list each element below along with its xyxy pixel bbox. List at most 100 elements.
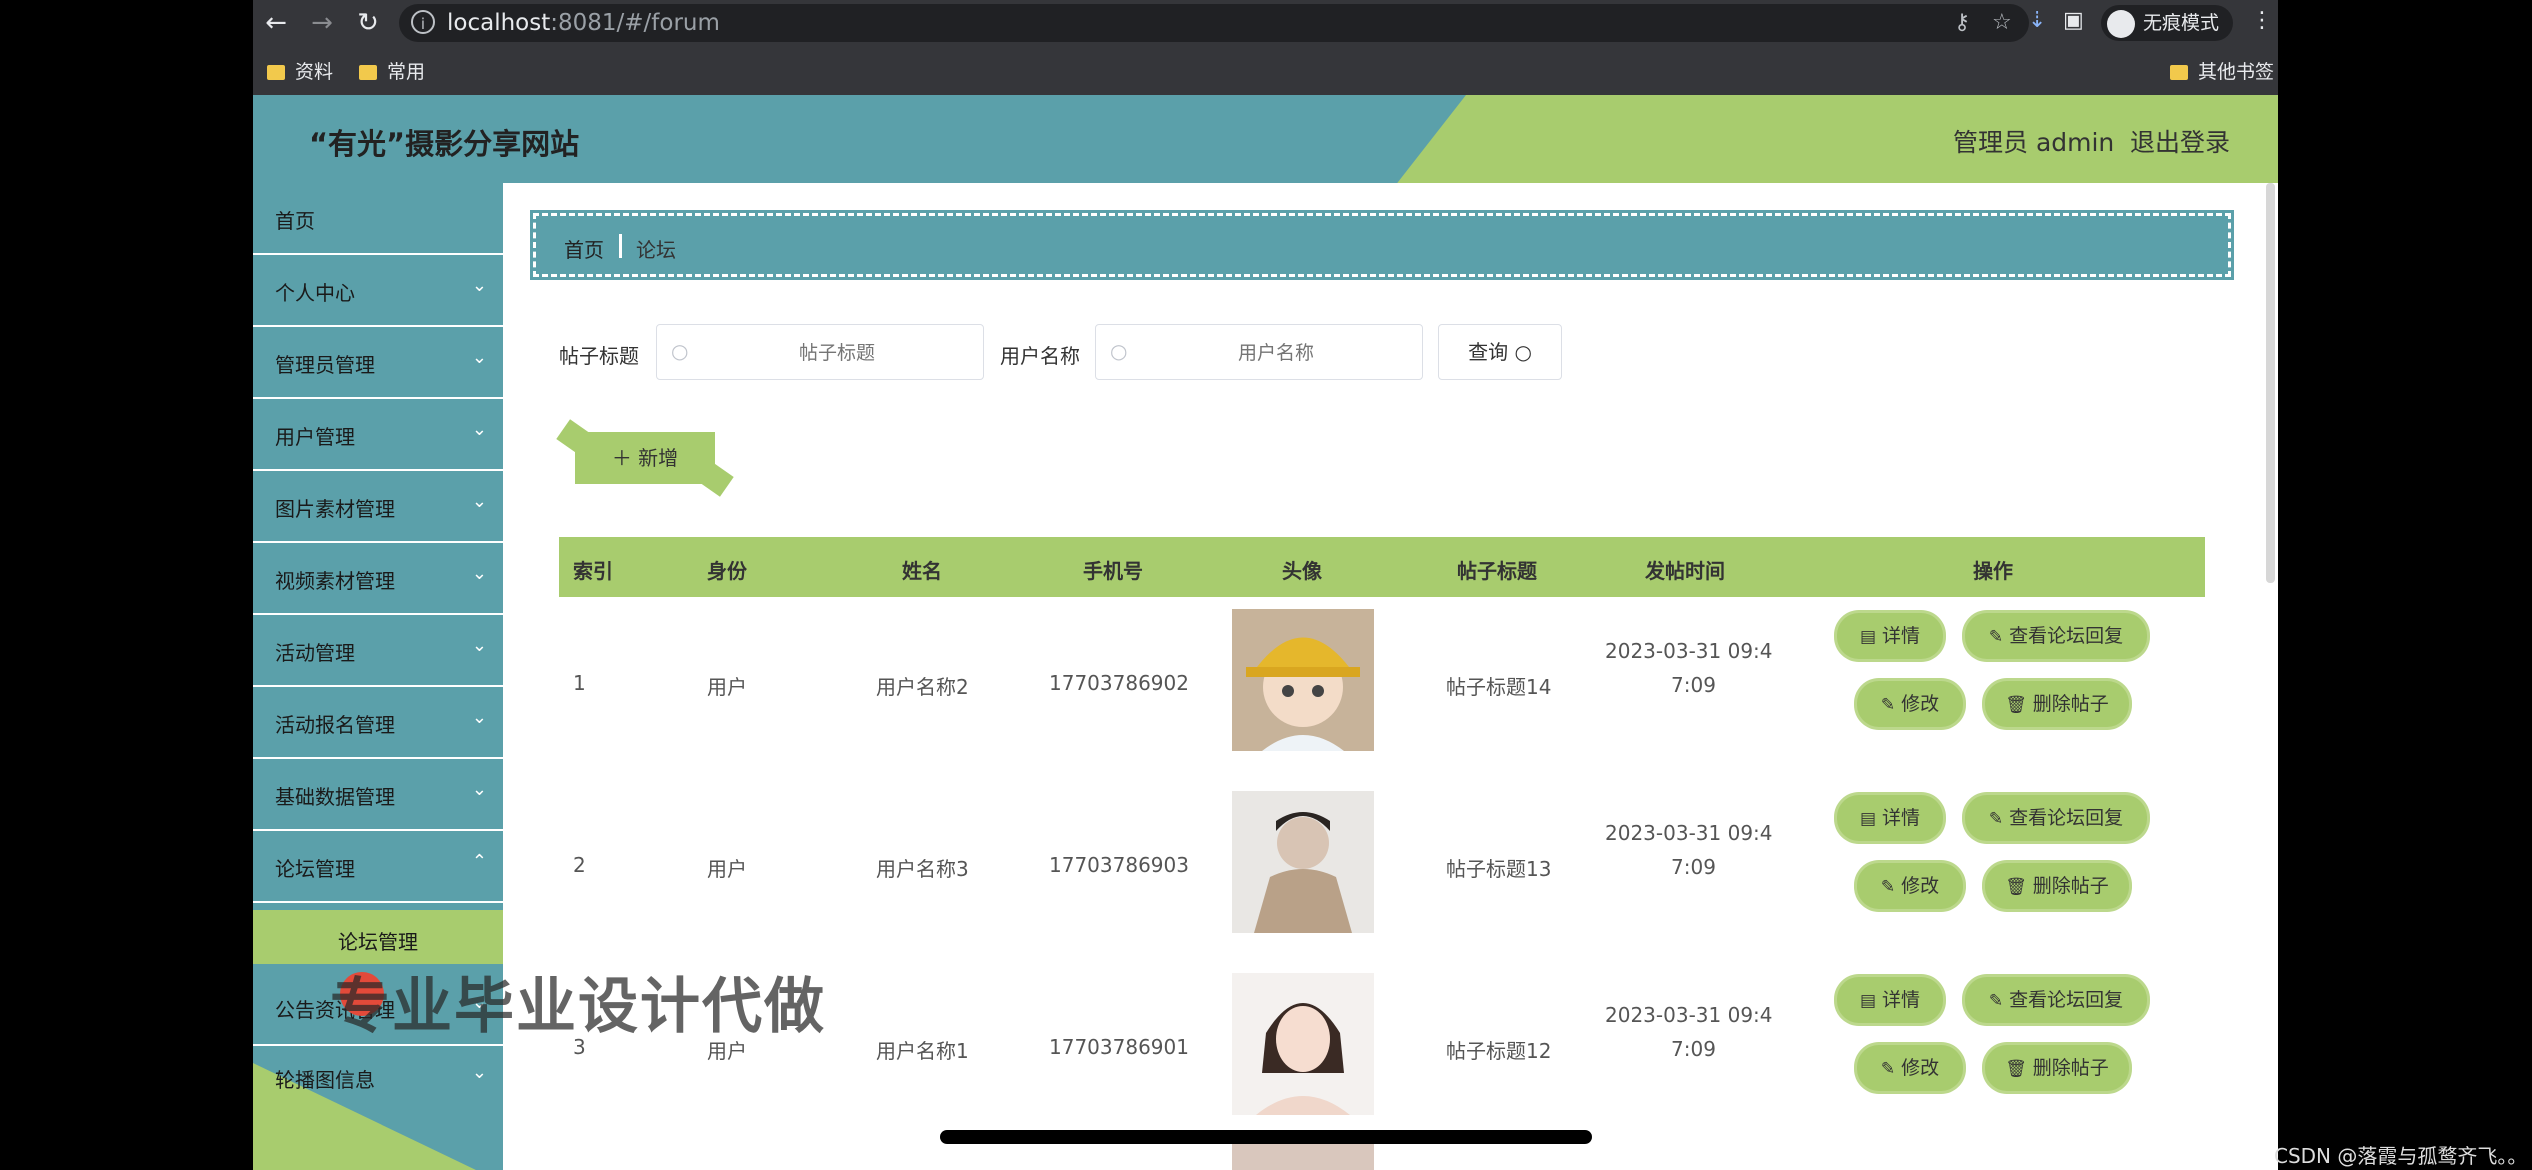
title-search-field[interactable]: ○	[656, 324, 984, 380]
search-icon: ○	[1514, 340, 1532, 364]
edit-button[interactable]: ✎ 修改	[1857, 1045, 1963, 1091]
search-icon: ○	[671, 339, 689, 363]
sidebar-item-signups[interactable]: 活动报名管理 ⌄	[253, 687, 503, 759]
table-row: 2 用户 用户名称3 17703786903 帖子标题13 2023-03-31…	[559, 779, 2205, 962]
column-header: 索引	[573, 559, 613, 583]
cell-name: 用户名称1	[876, 1039, 969, 1063]
folder-icon	[2170, 65, 2188, 80]
chevron-down-icon: ⌄	[471, 1062, 487, 1083]
bookmark-folder[interactable]: 常用	[359, 57, 425, 84]
column-header: 发帖时间	[1645, 559, 1725, 583]
cell-time: 2023-03-31 09:4	[1605, 821, 1773, 845]
key-icon[interactable]: ⚷	[1954, 10, 1970, 35]
detail-button[interactable]: ▤ 详情	[1837, 795, 1943, 841]
cell-time: 2023-03-31 09:4	[1605, 1003, 1773, 1027]
search-icon: ○	[1110, 339, 1128, 363]
delete-button[interactable]: 🗑 删除帖子	[1985, 863, 2129, 909]
avatar	[1232, 1143, 1374, 1170]
query-button[interactable]: 查询 ○	[1438, 324, 1562, 380]
plus-icon: ＋	[611, 446, 632, 470]
detail-button[interactable]: ▤ 详情	[1837, 977, 1943, 1023]
chevron-down-icon: ⌄	[471, 707, 487, 728]
edit-button[interactable]: ✎ 修改	[1857, 681, 1963, 727]
view-replies-button[interactable]: ✎ 查看论坛回复	[1965, 977, 2147, 1023]
edit-button[interactable]: ✎ 修改	[1857, 863, 1963, 909]
avatar	[1232, 791, 1374, 933]
user-search-input[interactable]	[1136, 335, 1416, 371]
cell-time: 7:09	[1671, 855, 1716, 879]
cell-phone: 17703786902	[1049, 671, 1189, 695]
user-search-field[interactable]: ○	[1095, 324, 1423, 380]
chevron-down-icon: ⌄	[471, 779, 487, 800]
delete-button[interactable]: 🗑 删除帖子	[1985, 681, 2129, 727]
sidebar-item-profile[interactable]: 个人中心 ⌄	[253, 255, 503, 327]
browser-chrome: ← → ↻ i localhost:8081/#/forum ⚷ ☆ ⇣ ▣ 无…	[253, 0, 2278, 95]
browser-toolbar: ← → ↻ i localhost:8081/#/forum ⚷ ☆ ⇣ ▣ 无…	[253, 0, 2278, 46]
sidebar-subitem-forum[interactable]: 论坛管理	[253, 910, 503, 964]
view-replies-button[interactable]: ✎ 查看论坛回复	[1965, 795, 2147, 841]
address-bar[interactable]: i localhost:8081/#/forum ⚷ ☆	[399, 4, 2029, 42]
bookmark-star-icon[interactable]: ☆	[1992, 10, 2012, 35]
cell-post-title: 帖子标题14	[1446, 675, 1552, 699]
forward-icon[interactable]: →	[305, 6, 339, 40]
reload-icon[interactable]: ↻	[351, 6, 385, 40]
scrollbar[interactable]	[2266, 183, 2275, 583]
incognito-badge[interactable]: 无痕模式	[2101, 5, 2234, 41]
csdn-credit: CSDN @落霞与孤鹜齐飞。。	[2274, 1144, 2528, 1168]
cell-post-title: 帖子标题13	[1446, 857, 1552, 881]
chevron-down-icon: ⌄	[471, 347, 487, 368]
chevron-down-icon: ⌄	[471, 419, 487, 440]
folder-icon	[359, 65, 377, 80]
filter-user-label: 用户名称	[1000, 344, 1080, 368]
site-title: “有光”摄影分享网站	[309, 127, 580, 161]
detail-button[interactable]: ▤ 详情	[1837, 613, 1943, 659]
sidebar-item-admins[interactable]: 管理员管理 ⌄	[253, 327, 503, 399]
sidebar-item-activities[interactable]: 活动管理 ⌄	[253, 615, 503, 687]
sidebar-item-images[interactable]: 图片素材管理 ⌄	[253, 471, 503, 543]
url-text: localhost:8081/#/forum	[447, 10, 720, 36]
other-bookmarks[interactable]: 其他书签	[2170, 57, 2274, 84]
bookmark-folder[interactable]: 资料	[267, 57, 333, 84]
site-info-icon[interactable]: i	[411, 10, 435, 34]
trash-icon: 🗑	[2005, 877, 2027, 897]
view-replies-button[interactable]: ✎ 查看论坛回复	[1965, 613, 2147, 659]
cell-name: 用户名称2	[876, 675, 969, 699]
sidebar-item-videos[interactable]: 视频素材管理 ⌄	[253, 543, 503, 615]
edit-icon: ✎	[1880, 695, 1896, 715]
logout-link[interactable]: 退出登录	[2130, 123, 2230, 159]
avatar	[1232, 973, 1374, 1115]
back-icon[interactable]: ←	[259, 6, 293, 40]
delete-button[interactable]: 🗑 删除帖子	[1985, 1045, 2129, 1091]
title-search-input[interactable]	[697, 335, 977, 371]
chevron-down-icon: ⌄	[471, 491, 487, 512]
sidebar-item-basedata[interactable]: 基础数据管理 ⌄	[253, 759, 503, 831]
sidebar-item-forum[interactable]: 论坛管理 ⌃	[253, 831, 503, 903]
folder-icon	[267, 65, 285, 80]
cell-role: 用户	[707, 675, 747, 699]
sidebar-item-carousel[interactable]: 轮播图信息 ⌄	[253, 1046, 503, 1128]
menu-icon[interactable]: ⋮	[2251, 8, 2273, 33]
bookmarks-bar: 资料 常用 其他书签	[253, 50, 2278, 90]
chevron-down-icon: ⌄	[471, 563, 487, 584]
current-user: 管理员 admin	[1953, 128, 2115, 157]
breadcrumb-home[interactable]: 首页	[564, 234, 604, 263]
table-header: 索引 身份 姓名 手机号 头像 帖子标题 发帖时间 操作	[559, 537, 2205, 597]
incognito-icon	[2107, 9, 2135, 38]
add-button[interactable]: ＋ 新增	[583, 434, 707, 482]
column-header: 姓名	[902, 559, 942, 583]
filter-title-label: 帖子标题	[559, 344, 639, 368]
breadcrumb-current: 论坛	[636, 238, 676, 262]
document-icon: ▤	[1859, 627, 1877, 647]
side-panel-icon[interactable]: ▣	[2063, 8, 2084, 33]
edit-icon: ✎	[1880, 1059, 1896, 1079]
chevron-down-icon: ⌄	[471, 275, 487, 296]
sidebar-item-home[interactable]: 首页	[253, 183, 503, 255]
cell-phone: 17703786903	[1049, 853, 1189, 877]
cell-name: 用户名称3	[876, 857, 969, 881]
column-header: 头像	[1282, 559, 1322, 583]
document-icon: ▤	[1859, 809, 1877, 829]
document-icon: ▤	[1859, 991, 1877, 1011]
sidebar-item-users[interactable]: 用户管理 ⌄	[253, 399, 503, 471]
cell-time: 2023-03-31 09:4	[1605, 639, 1773, 663]
download-icon[interactable]: ⇣	[2028, 8, 2046, 33]
